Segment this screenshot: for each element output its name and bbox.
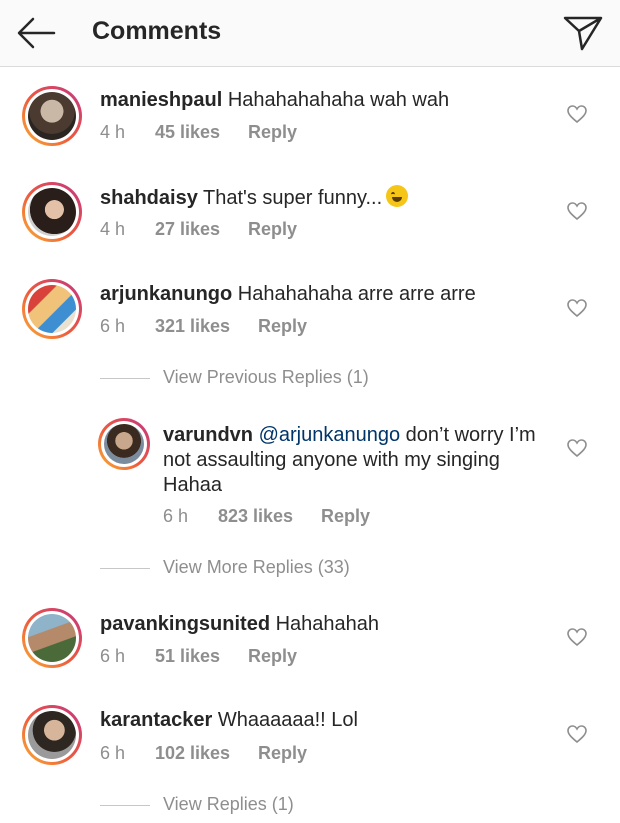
- comment-likes[interactable]: 321 likes: [155, 316, 230, 337]
- view-replies-label: View Replies (1): [163, 794, 294, 814]
- avatar[interactable]: [98, 418, 150, 470]
- heart-icon[interactable]: [566, 627, 588, 647]
- view-more-replies-label: View More Replies (33): [163, 557, 350, 577]
- heart-icon[interactable]: [566, 201, 588, 221]
- heart-icon[interactable]: [566, 104, 588, 124]
- reply-username[interactable]: varundvn: [163, 424, 253, 446]
- rolling-on-floor-laughing-emoji: [386, 185, 409, 207]
- profile-photo: [28, 285, 76, 333]
- heart-icon[interactable]: [566, 438, 588, 458]
- comment-likes[interactable]: 51 likes: [155, 646, 220, 667]
- heart-icon[interactable]: [566, 724, 588, 744]
- comment-text: Hahahahaha arre arre arre: [237, 283, 476, 305]
- avatar[interactable]: [22, 86, 82, 146]
- comment-time: 6 h: [100, 316, 126, 336]
- thread-divider: [100, 378, 150, 379]
- comment-likes[interactable]: 27 likes: [155, 219, 220, 240]
- comment-likes[interactable]: 102 likes: [155, 743, 230, 764]
- comment-time: 6 h: [100, 743, 126, 763]
- reply-text-line2: not assaulting anyone with my singing: [163, 449, 500, 471]
- comment-time: 4 h: [100, 122, 126, 142]
- comment-username[interactable]: manieshpaul: [100, 89, 222, 111]
- thread-divider: [100, 805, 150, 806]
- reply-likes[interactable]: 823 likes: [218, 506, 293, 527]
- comment-text: Hahahahahaha wah wah: [227, 89, 450, 111]
- reply-button[interactable]: Reply: [248, 219, 297, 240]
- reply-button[interactable]: Reply: [258, 316, 307, 337]
- reply-button[interactable]: Reply: [258, 743, 307, 764]
- reply-time: 6 h: [163, 506, 189, 526]
- comment-time: 6 h: [100, 646, 126, 666]
- thread-divider: [100, 568, 150, 569]
- comment-username[interactable]: karantacker: [100, 709, 212, 731]
- comment-likes[interactable]: 45 likes: [155, 122, 220, 143]
- comment-username[interactable]: pavankingsunited: [100, 613, 270, 635]
- comment-text: That's super funny...: [203, 187, 383, 209]
- header-bar: Comments: [0, 0, 620, 67]
- reply-button[interactable]: Reply: [248, 646, 297, 667]
- mention-link[interactable]: @arjunkanungo: [259, 424, 401, 446]
- page-title: Comments: [92, 17, 222, 45]
- profile-photo: [28, 711, 76, 759]
- profile-photo: [28, 188, 76, 236]
- avatar[interactable]: [22, 279, 82, 339]
- view-previous-replies-label: View Previous Replies (1): [163, 367, 369, 387]
- reply-button[interactable]: Reply: [248, 122, 297, 143]
- reply-text-line3: Hahaa: [163, 474, 222, 496]
- paper-plane-icon[interactable]: [562, 14, 604, 52]
- comment-username[interactable]: arjunkanungo: [100, 283, 232, 305]
- comment-username[interactable]: shahdaisy: [100, 187, 198, 209]
- arrow-left-icon[interactable]: [16, 16, 56, 50]
- comment-time: 4 h: [100, 219, 126, 239]
- profile-photo: [28, 92, 76, 140]
- avatar[interactable]: [22, 182, 82, 242]
- comment-text: Whaaaaaa!! Lol: [217, 709, 358, 731]
- avatar[interactable]: [22, 705, 82, 765]
- avatar[interactable]: [22, 608, 82, 668]
- reply-button[interactable]: Reply: [321, 506, 370, 527]
- profile-photo: [104, 424, 144, 464]
- heart-icon[interactable]: [566, 298, 588, 318]
- comment-text: Hahahahah: [275, 613, 380, 635]
- profile-photo: [28, 614, 76, 662]
- reply-text-line1: don’t worry I’m: [405, 424, 536, 446]
